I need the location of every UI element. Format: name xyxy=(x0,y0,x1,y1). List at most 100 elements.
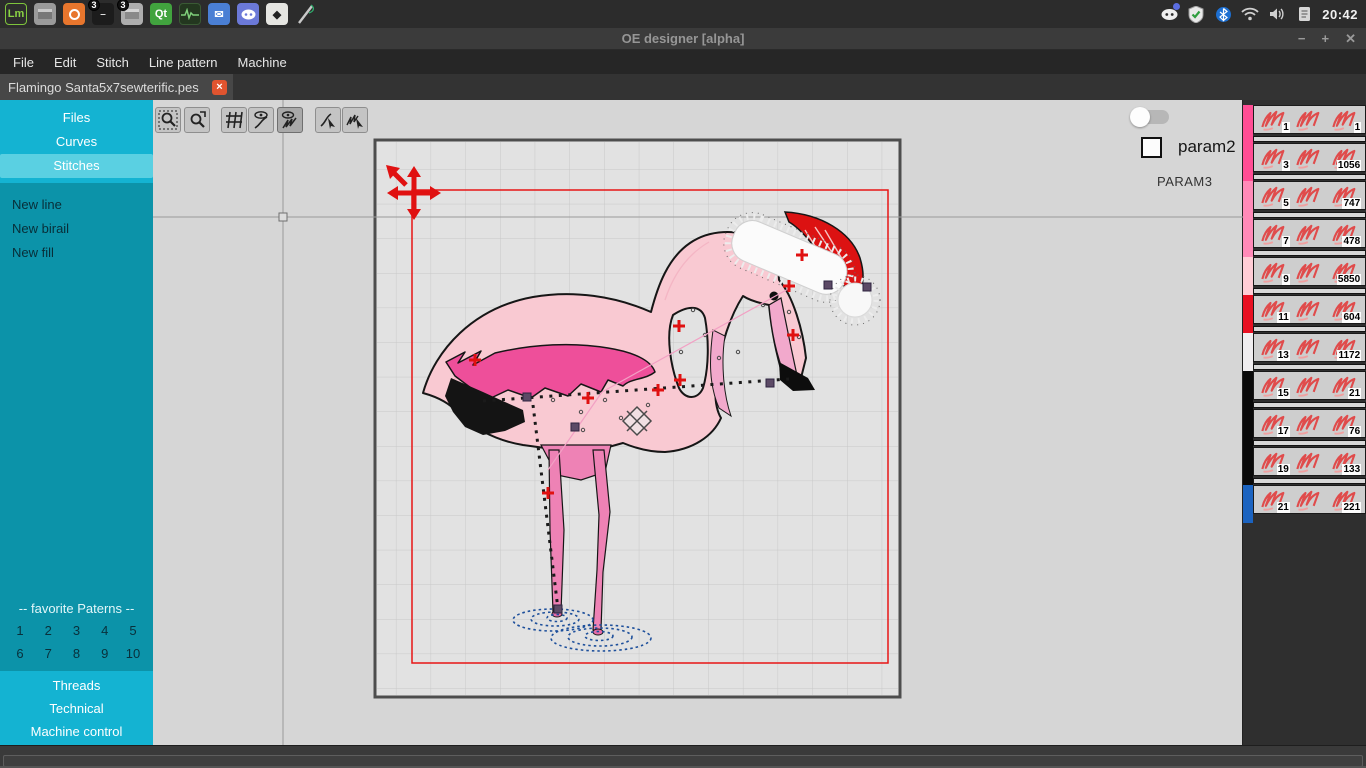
mail-icon[interactable]: ✉ xyxy=(208,3,230,25)
thread-count: 747 xyxy=(1342,198,1361,209)
favorite-pattern-8[interactable]: 8 xyxy=(67,646,87,661)
waveform-glyph xyxy=(181,8,199,20)
window-glyph xyxy=(125,9,139,19)
thread-row[interactable]: 31056 xyxy=(1243,143,1366,181)
grid-toggle-button[interactable] xyxy=(221,107,247,133)
sidebar-item-threads[interactable]: Threads xyxy=(0,674,153,697)
discord-tray-icon[interactable] xyxy=(1160,5,1178,23)
thread-row[interactable]: 95850 xyxy=(1243,257,1366,295)
favorite-pattern-2[interactable]: 2 xyxy=(38,623,58,638)
qt-creator-icon[interactable]: Qt xyxy=(150,3,172,25)
show-stitches-button[interactable] xyxy=(277,107,303,133)
sidebar-item-curves[interactable]: Curves xyxy=(0,130,153,154)
thread-row[interactable]: 1776 xyxy=(1243,409,1366,447)
window-switcher-icon[interactable] xyxy=(34,3,56,25)
system-tray: 20:42 xyxy=(1160,5,1366,23)
thread-color-strip xyxy=(1243,295,1253,333)
thread-seq: 11 xyxy=(1277,312,1290,323)
menu-file[interactable]: File xyxy=(13,55,34,70)
inkscape-icon[interactable]: ◆ xyxy=(266,3,288,25)
select-stitches-button[interactable] xyxy=(342,107,368,133)
param2-checkbox[interactable] xyxy=(1141,137,1162,158)
favorite-pattern-5[interactable]: 5 xyxy=(123,623,143,638)
thread-color-strip xyxy=(1243,181,1253,219)
sidebar-item-stitches[interactable]: Stitches xyxy=(0,154,153,178)
param1-toggle[interactable] xyxy=(1133,110,1169,124)
terminal-icon[interactable]: –3 xyxy=(92,3,114,25)
zoom-out-button[interactable] xyxy=(184,107,210,133)
sidebar-item-new-line[interactable]: New line xyxy=(0,193,153,217)
zoom-selection-button[interactable] xyxy=(155,107,181,133)
canvas-drawing xyxy=(153,100,1243,745)
embroidery-needle-icon[interactable] xyxy=(295,3,317,25)
minimize-button[interactable]: − xyxy=(1298,30,1306,48)
sidebar-item-new-birail[interactable]: New birail xyxy=(0,217,153,241)
wifi-icon[interactable] xyxy=(1241,5,1259,23)
security-shield-icon[interactable] xyxy=(1187,5,1205,23)
update-manager-icon[interactable] xyxy=(63,3,85,25)
thread-row[interactable]: 11 xyxy=(1243,105,1366,143)
menu-bar: File Edit Stitch Line pattern Machine xyxy=(0,50,1366,74)
system-monitor-icon[interactable] xyxy=(179,3,201,25)
thread-list-panel: 11 31056 5747 7478 95850 11 604 131172 15… xyxy=(1243,100,1366,745)
thread-count: 604 xyxy=(1342,312,1361,323)
thread-seq: 15 xyxy=(1277,388,1290,399)
favorite-pattern-10[interactable]: 10 xyxy=(123,646,143,661)
thread-row[interactable]: 11 604 xyxy=(1243,295,1366,333)
circle-glyph xyxy=(69,9,80,20)
discord-icon[interactable] xyxy=(237,3,259,25)
thread-seq: 1 xyxy=(1282,122,1290,133)
thread-separator xyxy=(1253,174,1366,180)
clipboard-icon[interactable] xyxy=(1295,5,1313,23)
thread-row[interactable]: 5747 xyxy=(1243,181,1366,219)
taskbar-app-icons: Lm –3 3 Qt ✉ ◆ xyxy=(0,3,317,25)
show-curves-button[interactable] xyxy=(248,107,274,133)
favorite-pattern-1[interactable]: 1 xyxy=(10,623,30,638)
design-canvas[interactable]: param2 PARAM3 xyxy=(153,100,1243,745)
menu-stitch[interactable]: Stitch xyxy=(96,55,129,70)
system-bar: Lm –3 3 Qt ✉ ◆ xyxy=(0,0,1366,28)
sidebar-section-tools: New line New birail New fill -- favorite… xyxy=(0,183,153,671)
select-curves-button[interactable] xyxy=(315,107,341,133)
bluetooth-icon[interactable] xyxy=(1214,5,1232,23)
thread-separator xyxy=(1253,288,1366,294)
param2-label: param2 xyxy=(1178,137,1236,157)
terminal-badge: 3 xyxy=(88,0,100,11)
favorite-pattern-3[interactable]: 3 xyxy=(67,623,87,638)
thread-color-strip xyxy=(1243,105,1253,143)
mint-menu-icon[interactable]: Lm xyxy=(5,3,27,25)
thread-row[interactable]: 1521 xyxy=(1243,371,1366,409)
window-glyph xyxy=(38,9,52,19)
thread-color-strip xyxy=(1243,143,1253,181)
status-field xyxy=(3,755,1363,767)
close-button[interactable]: ✕ xyxy=(1345,30,1356,48)
menu-edit[interactable]: Edit xyxy=(54,55,76,70)
thread-row[interactable]: 19133 xyxy=(1243,447,1366,485)
favorite-patterns-block: -- favorite Paterns -- 1 2 3 4 5 6 7 8 9… xyxy=(0,599,153,671)
thread-row[interactable]: 7478 xyxy=(1243,219,1366,257)
favorite-pattern-9[interactable]: 9 xyxy=(95,646,115,661)
title-bar[interactable]: OE designer [alpha] − + ✕ xyxy=(0,28,1366,50)
toggle-knob[interactable] xyxy=(1130,107,1150,127)
menu-machine[interactable]: Machine xyxy=(238,55,287,70)
thread-row[interactable]: 21221 xyxy=(1243,485,1366,523)
sidebar-item-new-fill[interactable]: New fill xyxy=(0,241,153,265)
document-tab[interactable]: Flamingo Santa5x7sewterific.pes × xyxy=(0,74,233,100)
thread-color-strip xyxy=(1243,219,1253,257)
sidebar-item-machine-control[interactable]: Machine control xyxy=(0,720,153,743)
thread-separator xyxy=(1253,478,1366,484)
menu-line-pattern[interactable]: Line pattern xyxy=(149,55,218,70)
maximize-button[interactable]: + xyxy=(1322,30,1330,48)
thread-count: 1172 xyxy=(1337,350,1361,361)
file-manager-icon[interactable]: 3 xyxy=(121,3,143,25)
sidebar-item-files[interactable]: Files xyxy=(0,106,153,130)
volume-icon[interactable] xyxy=(1268,5,1286,23)
sidebar-item-technical[interactable]: Technical xyxy=(0,697,153,720)
thread-separator xyxy=(1253,326,1366,332)
tab-close-icon[interactable]: × xyxy=(212,80,227,95)
tab-label: Flamingo Santa5x7sewterific.pes xyxy=(8,80,212,95)
favorite-pattern-7[interactable]: 7 xyxy=(38,646,58,661)
thread-row[interactable]: 131172 xyxy=(1243,333,1366,371)
favorite-pattern-6[interactable]: 6 xyxy=(10,646,30,661)
favorite-pattern-4[interactable]: 4 xyxy=(95,623,115,638)
